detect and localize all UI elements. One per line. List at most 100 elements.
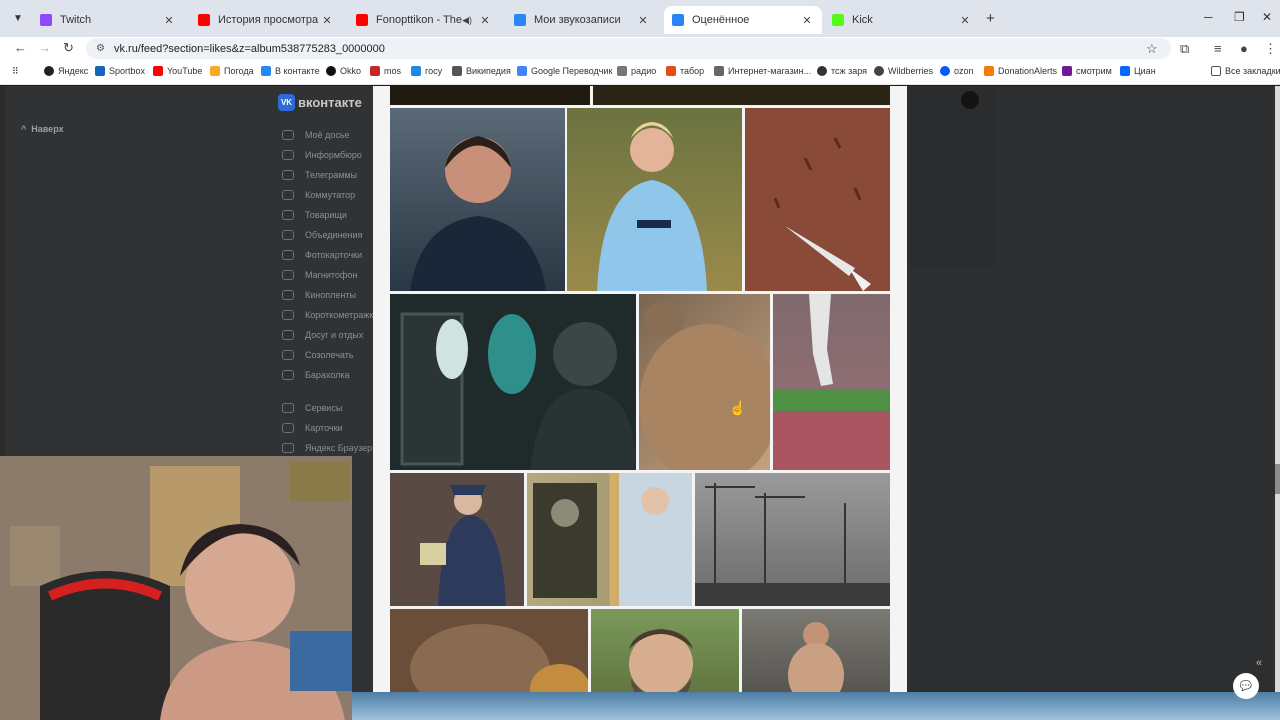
bookmark-internet-shop[interactable]: Интернет-магазин... [714, 66, 811, 76]
more-menu-icon[interactable]: ⋮ [1264, 41, 1277, 57]
bookmark-sportbox[interactable]: Sportbox [95, 66, 145, 76]
globe-icon [874, 66, 884, 76]
bookmark-cian[interactable]: Циан [1120, 66, 1156, 76]
sidebar-item-messages[interactable]: Телеграммы [282, 170, 357, 180]
bookmark-okko[interactable]: Okko [326, 66, 361, 76]
services-icon [282, 403, 294, 413]
back-icon[interactable]: ← [14, 40, 27, 55]
photo-old-portraits[interactable] [527, 473, 692, 606]
translate-icon [517, 66, 527, 76]
tab-search-icon[interactable]: ▼ [8, 8, 28, 28]
tab-title: Мои звукозаписи [534, 14, 621, 26]
photo-partial-top-right[interactable] [593, 86, 890, 105]
photo-footballer-city-kit[interactable] [567, 108, 742, 291]
site-info-icon[interactable]: ⚙ [96, 43, 105, 54]
bookmark-radio[interactable]: радио [617, 66, 656, 76]
sidebar-item-video[interactable]: Кинопленты [282, 290, 356, 300]
bookmark-tszh[interactable]: тсж заря [817, 66, 867, 76]
sidebar-item-calls[interactable]: Коммутатор [282, 190, 355, 200]
restore-icon[interactable]: ❐ [1234, 10, 1245, 24]
photo-construction-bw[interactable] [695, 473, 890, 606]
tab-liked[interactable]: Оценённое ✕ [664, 6, 822, 34]
bookmark-donationalerts[interactable]: DonationAlerts [984, 66, 1057, 76]
bookmark-yandex[interactable]: Яндекс [44, 66, 88, 76]
sidebar-item-yandex-browser[interactable]: Яндекс Браузер [282, 443, 372, 453]
scrollbar-thumb[interactable] [1275, 464, 1280, 494]
sidebar-item-games[interactable]: Досуг и отдых [282, 330, 363, 340]
star-icon[interactable]: ☆ [1146, 41, 1158, 57]
sidebar-item-market[interactable]: Барахолка [282, 370, 350, 380]
forward-icon[interactable]: → [38, 40, 51, 55]
bookmark-gosu[interactable]: госу [411, 66, 442, 76]
tab-fonopttikon[interactable]: Fonopttikon - They Live - Yo ◀) ✕ [348, 6, 500, 34]
avatar[interactable] [961, 91, 979, 109]
sidebar-item-music[interactable]: Магнитофон [282, 270, 357, 280]
photo-cat-fur[interactable] [639, 294, 770, 470]
sidebar-item-clips[interactable]: Короткометражки [282, 310, 378, 320]
youtube-icon [198, 14, 210, 26]
close-icon[interactable]: ✕ [478, 14, 492, 27]
tab-my-audio[interactable]: Мои звукозаписи ✕ [506, 6, 658, 34]
bookmark-tabor[interactable]: табор [666, 66, 704, 76]
bookmark-wildberries[interactable]: Wildberries [874, 66, 933, 76]
sidebar-item-friends[interactable]: Товарищи [282, 210, 347, 220]
collapse-icon[interactable]: « [1256, 657, 1262, 669]
close-icon[interactable]: ✕ [162, 14, 176, 27]
bookmark-google-translate[interactable]: Google Переводчик [517, 66, 612, 76]
sidebar-item-profile[interactable]: Моё досье [282, 130, 350, 140]
vk-logo[interactable]: VK вконтакте [278, 94, 362, 111]
reload-icon[interactable]: ↻ [63, 40, 74, 56]
tab-twitch[interactable]: Twitch ✕ [32, 6, 184, 34]
photo-partial-top-left[interactable] [390, 86, 590, 105]
bookmark-vk[interactable]: В контакте [261, 66, 320, 76]
tab-youtube-history[interactable]: История просмотра - YouTube ✕ [190, 6, 342, 34]
calendar-icon [282, 350, 294, 360]
bookmark-label: Okko [340, 66, 362, 76]
bookmark-ozon[interactable]: ozon [940, 66, 974, 76]
sidebar-item-label: Информбюро [305, 150, 362, 160]
address-bar[interactable]: ⚙ vk.ru/feed?section=likes&z=album538775… [86, 38, 1171, 59]
sidebar-item-events[interactable]: Созолечать [282, 350, 354, 360]
sidebar-item-news[interactable]: Информбюро [282, 150, 362, 160]
minimize-icon[interactable]: ─ [1204, 10, 1213, 24]
youtube-icon [356, 14, 368, 26]
bookmark-mos[interactable]: mos [370, 66, 401, 76]
taskbar-wallpaper-strip [352, 692, 1280, 720]
close-icon[interactable]: ✕ [800, 14, 814, 27]
photo-police-officer[interactable] [390, 473, 524, 606]
bookmark-label: Яндекс [58, 66, 89, 76]
tab-title: Оценённое [692, 14, 750, 26]
tab-kick[interactable]: Kick ✕ [824, 6, 980, 34]
right-sidebar [907, 86, 1275, 720]
new-tab-button[interactable]: + [986, 10, 995, 27]
clips-icon [282, 310, 294, 320]
profile-icon[interactable]: ● [1240, 41, 1248, 56]
photo-player-rain[interactable] [773, 294, 890, 470]
extensions-icon[interactable]: ⧉ [1180, 41, 1189, 57]
donation-icon [984, 66, 994, 76]
bookmark-wikipedia[interactable]: Википедия [452, 66, 511, 76]
photo-knife-on-wall[interactable] [745, 108, 890, 291]
window-close-icon[interactable]: ✕ [1262, 10, 1272, 24]
sidebar-item-services[interactable]: Сервисы [282, 403, 342, 413]
scroll-to-top[interactable]: ^ Наверх [21, 124, 64, 134]
vk-icon [672, 14, 684, 26]
apps-icon[interactable]: ⠿ [12, 66, 19, 77]
close-icon[interactable]: ✕ [958, 14, 972, 27]
police-image [420, 485, 506, 606]
close-icon[interactable]: ✕ [320, 14, 334, 27]
photo-spacesuit-subway[interactable] [390, 294, 636, 470]
sidebar-item-cards[interactable]: Карточки [282, 423, 343, 433]
speaker-icon[interactable]: ◀) [462, 15, 472, 26]
bookmark-smotrim[interactable]: смотрим [1062, 66, 1112, 76]
close-icon[interactable]: ✕ [636, 14, 650, 27]
media-icon[interactable]: ≡ [1214, 41, 1222, 56]
all-bookmarks[interactable]: Все закладки [1211, 66, 1280, 76]
chat-bubble-button[interactable]: 💬 [1233, 673, 1259, 699]
photo-coach-portrait[interactable] [390, 108, 565, 291]
page-scrollbar[interactable] [1275, 86, 1280, 720]
sidebar-item-groups[interactable]: Объединения [282, 230, 362, 240]
bookmark-weather[interactable]: Погода [210, 66, 254, 76]
bookmark-youtube[interactable]: YouTube [153, 66, 202, 76]
sidebar-item-photos[interactable]: Фотокарточки [282, 250, 362, 260]
